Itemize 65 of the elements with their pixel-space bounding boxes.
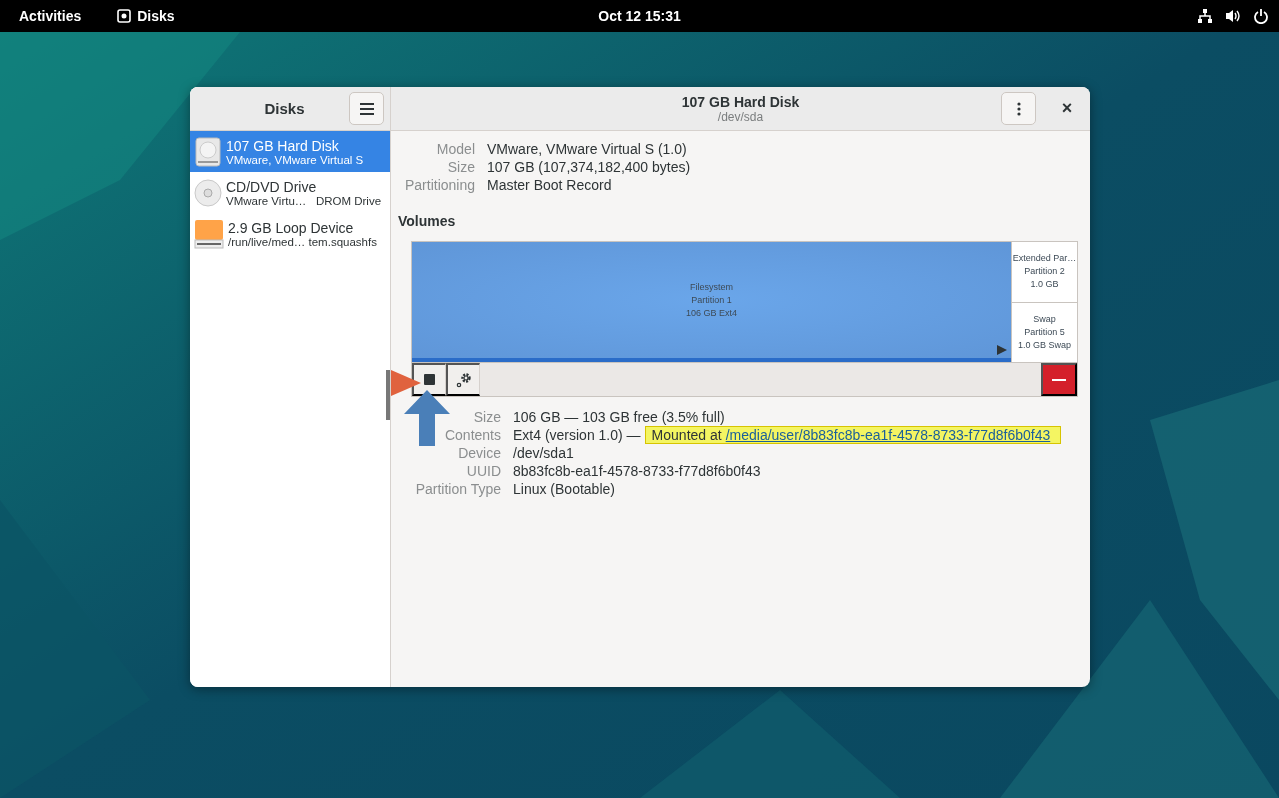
partition-label: 106 GB Ext4 (686, 306, 737, 320)
activities-button[interactable]: Activities (19, 8, 82, 24)
minus-icon (1052, 378, 1066, 381)
drag-handle[interactable] (386, 370, 390, 420)
field-label: Contents (443, 427, 501, 443)
field-value: Linux (Bootable) (513, 481, 615, 497)
partition-label: Extended Par… (1012, 252, 1077, 266)
partition-label: Filesystem (690, 280, 733, 294)
section-heading: Volumes (398, 213, 456, 229)
partition-segment[interactable]: Swap Partition 5 1.0 GB Swap (1012, 301, 1077, 362)
partition-segment[interactable]: Filesystem Partition 1 106 GB Ext4 (412, 242, 1011, 362)
sidebar-item[interactable]: CD/DVD Drive VMware Virtu… DROM Drive (190, 172, 390, 213)
field-label: Model (435, 141, 475, 157)
menu-button[interactable] (349, 92, 384, 125)
window-subtitle: /dev/sda (717, 109, 764, 124)
settings-button[interactable] (446, 363, 480, 396)
mount-label: Mounted at (651, 427, 722, 443)
close-button[interactable]: × (1052, 98, 1082, 119)
delete-button[interactable] (1041, 363, 1077, 396)
sidebar-item[interactable]: 2.9 GB Loop Device /run/live/med… tem.squashfs (190, 213, 390, 254)
volume-icon[interactable] (1225, 8, 1241, 24)
partition-label: Swap (1033, 312, 1056, 326)
device-subtitle: VMware Virtu… DROM Drive (226, 194, 382, 207)
field-label: Partition Type (414, 481, 501, 497)
partition-label: Partition 2 (1024, 265, 1065, 279)
device-subtitle: VMware, VMware Virtual S (226, 153, 364, 166)
unmount-button[interactable] (412, 363, 446, 396)
partition-label: 1.0 GB Swap (1018, 338, 1071, 352)
window-title: 107 GB Hard Disk (681, 93, 800, 110)
clock[interactable]: Oct 12 15:31 (598, 8, 681, 24)
field-value: 106 GB — 103 GB free (3.5% full) (513, 409, 725, 425)
field-label: UUID (465, 463, 501, 479)
field-value: /dev/sda1 (513, 445, 574, 461)
disks-app-icon (117, 9, 132, 23)
network-icon[interactable] (1197, 8, 1213, 24)
pointer-arrow (391, 370, 421, 396)
partition-segment[interactable]: Extended Par… Partition 2 1.0 GB (1012, 242, 1077, 302)
field-value: 107 GB (107,374,182,400 bytes) (487, 159, 692, 175)
field-label: Partitioning (403, 177, 475, 193)
device-name: 2.9 GB Loop Device (228, 219, 355, 236)
play-icon (997, 345, 1007, 355)
partition-label: Partition 1 (691, 293, 732, 307)
menu-icon (359, 102, 374, 115)
field-value: 8b83fc8b-ea1f-4578-8733-f77d8f6b0f43 (513, 463, 761, 479)
settings-icon (455, 371, 472, 388)
field-value: Master Boot Record (487, 177, 613, 193)
sidebar-item[interactable]: 107 GB Hard Disk VMware, VMware Virtual S (190, 131, 390, 172)
device-name: CD/DVD Drive (226, 178, 318, 195)
drive-icon (194, 218, 224, 249)
sidebar-title: Disks (263, 100, 306, 117)
power-icon[interactable] (1253, 8, 1269, 24)
optical-disc-icon (194, 178, 222, 207)
field-label: Size (472, 409, 501, 425)
field-label: Device (457, 445, 501, 461)
mount-path-link[interactable]: /media/user/8b83fc8b-ea1f-4578-8733-f77d8f6b0f43 (725, 427, 1051, 443)
partition-label: Partition 5 (1024, 325, 1065, 339)
device-subtitle: /run/live/med… tem.squashfs (228, 235, 377, 248)
device-name: 107 GB Hard Disk (226, 137, 340, 154)
stop-icon (424, 374, 435, 385)
field-value: VMware, VMware Virtual S (1.0) (487, 141, 688, 157)
field-label: Size (446, 159, 475, 175)
partition-label: 1.0 GB (1030, 278, 1059, 292)
app-menu[interactable]: Disks (117, 8, 175, 24)
more-icon (1016, 101, 1021, 116)
field-value: Ext4 (version 1.0) — (513, 427, 641, 443)
